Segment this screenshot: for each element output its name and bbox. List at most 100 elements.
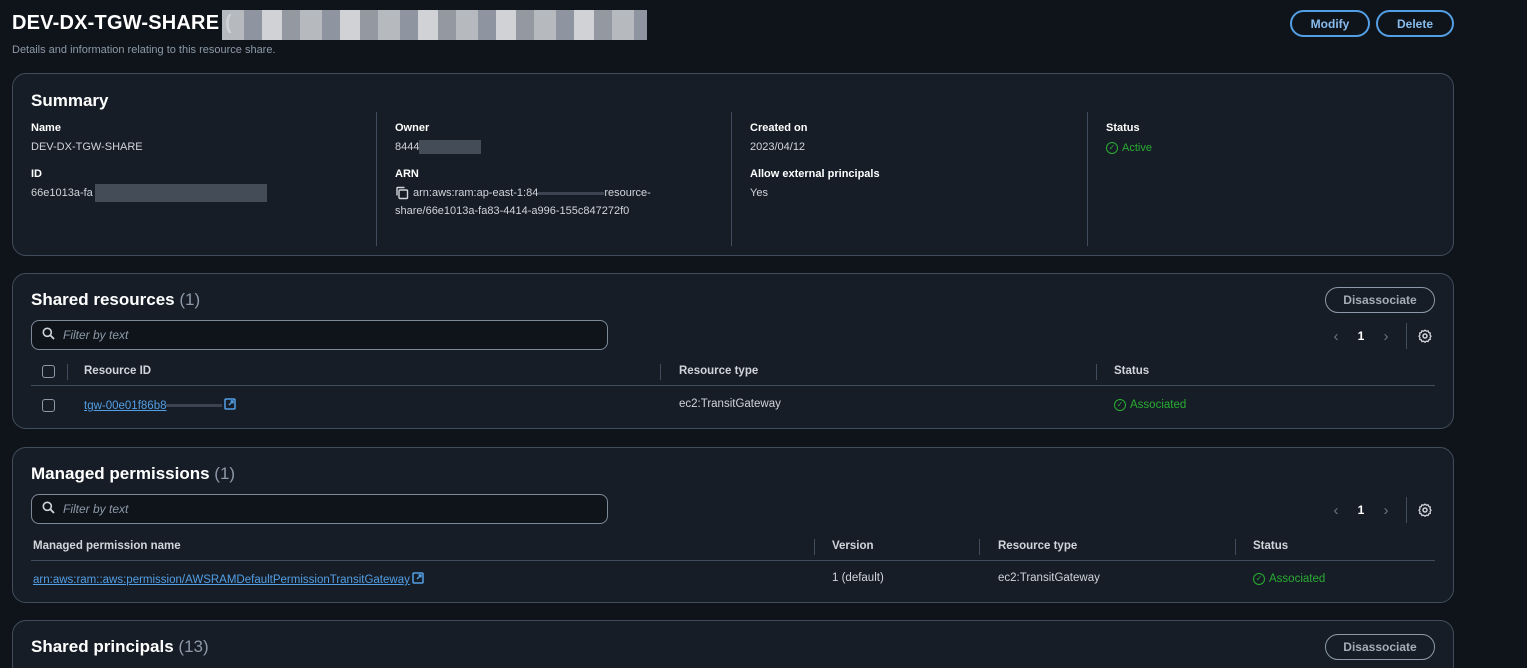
col-permission-name[interactable]: Managed permission name — [33, 540, 181, 552]
external-link-icon[interactable] — [412, 572, 424, 584]
col-status[interactable]: Status — [1114, 365, 1149, 377]
external-link-icon[interactable] — [224, 398, 237, 410]
redacted-id — [94, 184, 267, 203]
settings-gear-icon[interactable] — [1417, 329, 1433, 343]
check-circle-icon: ✓ — [1114, 399, 1126, 411]
summary-title: Summary — [31, 91, 109, 110]
search-icon — [42, 501, 55, 517]
resources-filter[interactable] — [31, 320, 608, 350]
version-cell: 1 (default) — [832, 572, 884, 584]
pager-divider — [1406, 497, 1407, 523]
delete-button[interactable]: Delete — [1376, 10, 1454, 37]
summary-col-name: Name DEV-DX-TGW-SHARE ID 66e1013a-fa — [13, 112, 376, 246]
column-divider — [660, 364, 661, 380]
redacted-arn — [538, 191, 605, 195]
shared-resources-panel: Shared resources (1) Disassociate ‹ 1 › … — [12, 273, 1454, 429]
column-divider — [1235, 539, 1236, 555]
resource-id-link[interactable]: tgw-00e01f86b8 — [84, 400, 223, 412]
summary-col-created: Created on 2023/04/12 Allow external pri… — [731, 112, 1087, 246]
col-status[interactable]: Status — [1253, 540, 1288, 552]
status-badge: ✓ Active — [1106, 139, 1152, 157]
external-value: Yes — [750, 187, 768, 199]
table-row: tgw-00e01f86b8 ec2:TransitGateway ✓ Asso… — [31, 388, 1435, 422]
created-value: 2023/04/12 — [750, 141, 806, 153]
pager-divider — [1406, 323, 1407, 349]
owner-value: 8444 — [395, 141, 420, 153]
row-checkbox[interactable] — [42, 399, 55, 412]
col-resource-id[interactable]: Resource ID — [84, 365, 151, 377]
resources-table-header: Resource ID Resource type Status — [31, 358, 1435, 386]
permissions-search-input[interactable] — [63, 502, 563, 516]
disassociate-resources-button[interactable]: Disassociate — [1325, 287, 1435, 313]
permissions-table-header: Managed permission name Version Resource… — [31, 533, 1435, 561]
id-value: 66e1013a-fa — [31, 187, 93, 199]
external-label: Allow external principals — [750, 168, 880, 180]
check-circle-icon: ✓ — [1253, 573, 1265, 585]
column-divider — [979, 539, 980, 555]
permission-name-link[interactable]: arn:aws:ram::aws:permission/AWSRAMDefaul… — [33, 574, 410, 586]
summary-col-owner: Owner 8444 ARN arn:aws:ram:ap-east-1:84 r… — [376, 112, 731, 246]
status-badge: ✓ Associated — [1114, 399, 1186, 411]
managed-permissions-panel: Managed permissions (1) ‹ 1 › Managed pe… — [12, 447, 1454, 603]
chevron-right-icon[interactable]: › — [1374, 328, 1398, 345]
copy-icon[interactable] — [395, 186, 409, 200]
page-number[interactable]: 1 — [1348, 329, 1374, 343]
col-resource-type[interactable]: Resource type — [998, 540, 1077, 552]
status-label: Status — [1106, 122, 1140, 134]
status-value: Active — [1122, 142, 1152, 154]
permissions-filter[interactable] — [31, 494, 608, 524]
select-all-checkbox[interactable] — [42, 365, 55, 378]
owner-label: Owner — [395, 122, 430, 134]
shared-resources-count: (1) — [179, 290, 201, 309]
status-value-row: ✓ Active — [1106, 138, 1447, 157]
summary-panel: Summary Name DEV-DX-TGW-SHARE ID 66e1013… — [12, 73, 1454, 256]
column-divider — [814, 539, 815, 555]
search-icon — [42, 327, 55, 343]
permission-status-cell: ✓ Associated — [1253, 572, 1325, 585]
chevron-left-icon[interactable]: ‹ — [1324, 502, 1348, 519]
shared-principals-title: Shared principals (13) — [31, 637, 209, 657]
modify-button[interactable]: Modify — [1290, 10, 1370, 37]
arn-line1-suffix: resource- — [604, 187, 651, 199]
column-divider — [1096, 364, 1097, 380]
resource-type-cell: ec2:TransitGateway — [679, 398, 781, 410]
page-title: DEV-DX-TGW-SHARE ( — [12, 12, 232, 34]
shared-principals-panel: Shared principals (13) Disassociate — [12, 620, 1454, 668]
name-value: DEV-DX-TGW-SHARE — [31, 141, 143, 153]
owner-value-row: 8444 — [395, 138, 731, 156]
managed-permissions-title-text: Managed permissions — [31, 464, 210, 483]
created-label: Created on — [750, 122, 808, 134]
permissions-pagination: ‹ 1 › — [1324, 497, 1433, 523]
table-row: arn:aws:ram::aws:permission/AWSRAMDefaul… — [31, 562, 1435, 596]
name-label: Name — [31, 122, 61, 134]
shared-principals-title-text: Shared principals — [31, 637, 174, 656]
page-header: DEV-DX-TGW-SHARE ( Details and informati… — [12, 10, 1454, 60]
status-badge: ✓ Associated — [1253, 573, 1325, 585]
column-divider — [67, 364, 68, 380]
disassociate-principals-button[interactable]: Disassociate — [1325, 634, 1435, 660]
resource-status-cell: ✓ Associated — [1114, 398, 1186, 411]
arn-label: ARN — [395, 168, 419, 180]
chevron-right-icon[interactable]: › — [1374, 502, 1398, 519]
redacted-title-suffix — [222, 10, 647, 40]
col-version[interactable]: Version — [832, 540, 874, 552]
redacted-resource-id — [166, 404, 223, 408]
settings-gear-icon[interactable] — [1417, 503, 1433, 517]
chevron-left-icon[interactable]: ‹ — [1324, 328, 1348, 345]
permission-resource-type-cell: ec2:TransitGateway — [998, 572, 1100, 584]
permission-name-cell: arn:aws:ram::aws:permission/AWSRAMDefaul… — [33, 572, 424, 586]
arn-line1-prefix: arn:aws:ram:ap-east-1:84 — [413, 187, 539, 199]
page-description: Details and information relating to this… — [12, 44, 276, 56]
shared-principals-count: (13) — [178, 637, 209, 656]
managed-permissions-count: (1) — [214, 464, 236, 483]
managed-permissions-title: Managed permissions (1) — [31, 464, 235, 484]
resources-search-input[interactable] — [63, 328, 563, 342]
resources-pagination: ‹ 1 › — [1324, 323, 1433, 349]
id-label: ID — [31, 168, 42, 180]
status-text: Associated — [1269, 573, 1326, 585]
page-number[interactable]: 1 — [1348, 503, 1374, 517]
arn-line2: share/66e1013a-fa83-4414-a996-155c847272… — [395, 205, 630, 217]
status-text: Associated — [1130, 399, 1187, 411]
col-resource-type[interactable]: Resource type — [679, 365, 758, 377]
resource-id-text: tgw-00e01f86b8 — [84, 400, 167, 412]
